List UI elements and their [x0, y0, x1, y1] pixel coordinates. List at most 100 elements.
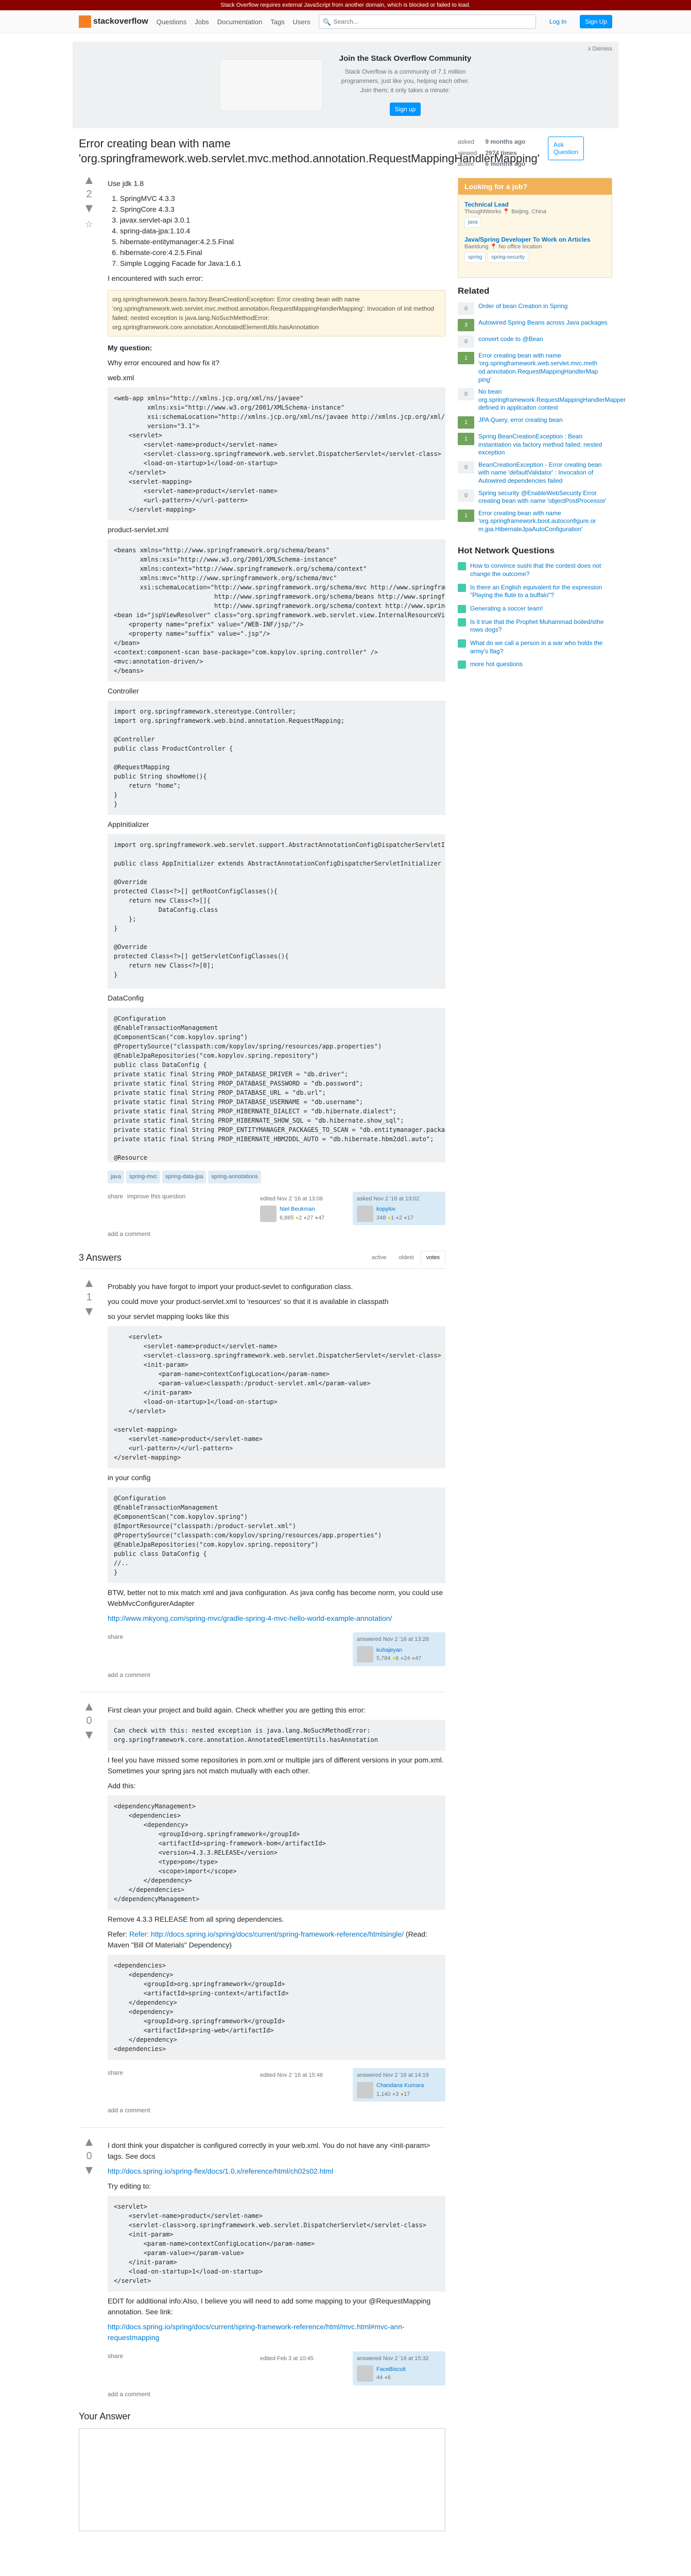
- related-link[interactable]: Error creating bean with name 'org.sprin…: [478, 510, 612, 534]
- add-comment-link[interactable]: add a comment: [108, 1670, 445, 1680]
- related-item[interactable]: 0Spring security @EnableWebSecurity Erro…: [458, 489, 612, 505]
- code-block[interactable]: <dependencyManagement> <dependencies> <d…: [108, 1795, 445, 1910]
- hot-link[interactable]: How to convince sushi that the contest d…: [470, 562, 612, 578]
- related-item[interactable]: 0Order of bean Creation in Spring: [458, 302, 612, 315]
- job-location: Beijing, China: [511, 209, 546, 215]
- code-productxml[interactable]: <beans xmlns="http://www.springframework…: [108, 539, 445, 682]
- tab-votes[interactable]: votes: [421, 1251, 445, 1264]
- code-block[interactable]: <dependencies> <dependency> <groupId>org…: [108, 1955, 445, 2060]
- jobs-title: Looking for a job?: [458, 178, 612, 195]
- related-link[interactable]: Order of bean Creation in Spring: [478, 302, 567, 315]
- hot-item[interactable]: Is it true that the Prophet Muhammad boi…: [458, 618, 612, 634]
- answer-text: BTW, better not to mix match xml and jav…: [108, 1587, 445, 1609]
- hot-item[interactable]: How to convince sushi that the contest d…: [458, 562, 612, 578]
- nav-tags[interactable]: Tags: [270, 18, 284, 26]
- related-link[interactable]: Autowired Spring Beans across Java packa…: [478, 319, 608, 331]
- related-item[interactable]: 1Error creating bean with name 'org.spri…: [458, 510, 612, 534]
- hot-item[interactable]: Is there an English equivalent for the e…: [458, 584, 612, 600]
- tag[interactable]: java: [108, 1171, 124, 1183]
- job-item[interactable]: Java/Spring Developer To Work on Article…: [464, 236, 606, 263]
- upvote-button[interactable]: ▲: [79, 174, 99, 187]
- tag[interactable]: spring-mvc: [126, 1171, 160, 1183]
- hot-link[interactable]: Is there an English equivalent for the e…: [470, 584, 612, 600]
- dismiss-button[interactable]: x Dismiss: [588, 46, 612, 52]
- add-comment-link[interactable]: add a comment: [108, 2106, 445, 2115]
- asker-name[interactable]: kopylov: [376, 1205, 413, 1214]
- code-block[interactable]: @Configuration @EnableTransactionManagem…: [108, 1487, 445, 1583]
- logo[interactable]: stackoverflow: [79, 15, 148, 28]
- external-link[interactable]: http://www.mkyong.com/spring-mvc/gradle-…: [108, 1614, 392, 1622]
- editor-name[interactable]: Niel Beukman: [280, 1205, 324, 1214]
- hot-item[interactable]: more hot questions: [458, 660, 612, 669]
- user-name[interactable]: kuhajeyan: [376, 1646, 421, 1655]
- external-link[interactable]: Refer: http://docs.spring.io/spring/docs…: [129, 1930, 404, 1938]
- share-link[interactable]: share: [108, 1632, 123, 1666]
- related-item[interactable]: 0BeanCreationException - Error creating …: [458, 461, 612, 485]
- nav-documentation[interactable]: Documentation: [217, 18, 262, 26]
- related-link[interactable]: convert code to @Bean: [478, 335, 543, 348]
- code-block[interactable]: <servlet> <servlet-name>product</servlet…: [108, 2196, 445, 2292]
- signup-button[interactable]: Sign Up: [580, 15, 612, 28]
- improve-link[interactable]: improve this question: [127, 1192, 185, 1226]
- related-item[interactable]: 1JPA Query, error creating bean: [458, 416, 612, 429]
- your-answer-heading: Your Answer: [79, 2411, 445, 2422]
- hot-link[interactable]: Is it true that the Prophet Muhammad boi…: [470, 618, 612, 634]
- related-item[interactable]: 0convert code to @Bean: [458, 335, 612, 348]
- nav-questions[interactable]: Questions: [157, 18, 187, 26]
- job-item[interactable]: Technical Lead ThoughtWorks 📍 Beijing, C…: [464, 201, 606, 228]
- related-item[interactable]: 3Autowired Spring Beans across Java pack…: [458, 319, 612, 331]
- user-name[interactable]: Chandana Kumara: [376, 2081, 424, 2090]
- code-controller[interactable]: import org.springframework.stereotype.Co…: [108, 701, 445, 815]
- downvote-button[interactable]: ▼: [79, 202, 99, 215]
- hot-link[interactable]: Generating a soccer team!: [470, 605, 543, 613]
- add-comment-link[interactable]: add a comment: [108, 2389, 445, 2399]
- nav-users[interactable]: Users: [293, 18, 310, 26]
- tab-oldest[interactable]: oldest: [393, 1251, 419, 1264]
- nav-jobs[interactable]: Jobs: [195, 18, 209, 26]
- related-link[interactable]: JPA Query, error creating bean: [478, 416, 563, 429]
- external-link[interactable]: http://docs.spring.io/spring/docs/curren…: [108, 2323, 405, 2342]
- code-webxml[interactable]: <web-app xmlns="http://xmlns.jcp.org/xml…: [108, 387, 445, 520]
- hot-link[interactable]: What do we call a person in a war who ho…: [470, 639, 612, 655]
- external-link[interactable]: http://docs.spring.io/spring-flex/docs/1…: [108, 2167, 333, 2175]
- hot-link[interactable]: more hot questions: [470, 660, 523, 669]
- related-link[interactable]: BeanCreationException - Error creating b…: [478, 461, 612, 485]
- avatar: [357, 1206, 373, 1222]
- login-button[interactable]: Log In: [544, 15, 572, 28]
- downvote-button[interactable]: ▼: [79, 1729, 99, 1741]
- favorite-button[interactable]: ☆: [79, 219, 99, 230]
- hot-item[interactable]: What do we call a person in a war who ho…: [458, 639, 612, 655]
- hero-signup-button[interactable]: Sign up: [390, 103, 421, 116]
- code-dataconfig[interactable]: @Configuration @EnableTransactionManagem…: [108, 1008, 445, 1162]
- add-comment-link[interactable]: add a comment: [108, 1229, 445, 1239]
- tab-active[interactable]: active: [366, 1251, 392, 1264]
- share-link[interactable]: share: [108, 2068, 123, 2102]
- share-link[interactable]: share: [108, 1192, 123, 1226]
- list-item: hibernate-entitymanager:4.2.5.Final: [120, 236, 445, 247]
- productxml-label: product-servlet.xml: [108, 524, 445, 535]
- related-link[interactable]: No bean org.springframework.RequestMappi…: [478, 388, 626, 412]
- related-item[interactable]: 1Spring BeanCreationException : Bean ins…: [458, 433, 612, 457]
- user-name[interactable]: FaceBiscuit: [376, 2365, 406, 2374]
- upvote-button[interactable]: ▲: [79, 1277, 99, 1290]
- upvote-button[interactable]: ▲: [79, 1701, 99, 1713]
- downvote-button[interactable]: ▼: [79, 2164, 99, 2177]
- tag[interactable]: spring-annotations: [208, 1171, 261, 1183]
- related-link[interactable]: Spring BeanCreationException : Bean inst…: [478, 433, 612, 457]
- code-block[interactable]: <servlet> <servlet-name>product</servlet…: [108, 1326, 445, 1468]
- answer-editor[interactable]: [79, 2428, 445, 2531]
- code-appinit[interactable]: import org.springframework.web.servlet.s…: [108, 834, 445, 989]
- code-block[interactable]: Can check with this: nested exception is…: [108, 1720, 445, 1751]
- share-link[interactable]: share: [108, 2351, 123, 2385]
- intro-text: Use jdk 1.8: [108, 178, 445, 189]
- error-message: org.springframework.beans.factory.BeanCr…: [108, 290, 445, 336]
- downvote-button[interactable]: ▼: [79, 1306, 99, 1318]
- hot-item[interactable]: Generating a soccer team!: [458, 605, 612, 613]
- tag[interactable]: spring-data-jpa: [162, 1171, 206, 1183]
- related-item[interactable]: 0No bean org.springframework.RequestMapp…: [458, 388, 612, 412]
- related-link[interactable]: Spring security @EnableWebSecurity Error…: [478, 489, 612, 505]
- related-link[interactable]: Error creating bean with name 'org.sprin…: [478, 352, 612, 384]
- related-item[interactable]: 1Error creating bean with name 'org.spri…: [458, 352, 612, 384]
- search-input[interactable]: [319, 14, 536, 29]
- upvote-button[interactable]: ▲: [79, 2136, 99, 2148]
